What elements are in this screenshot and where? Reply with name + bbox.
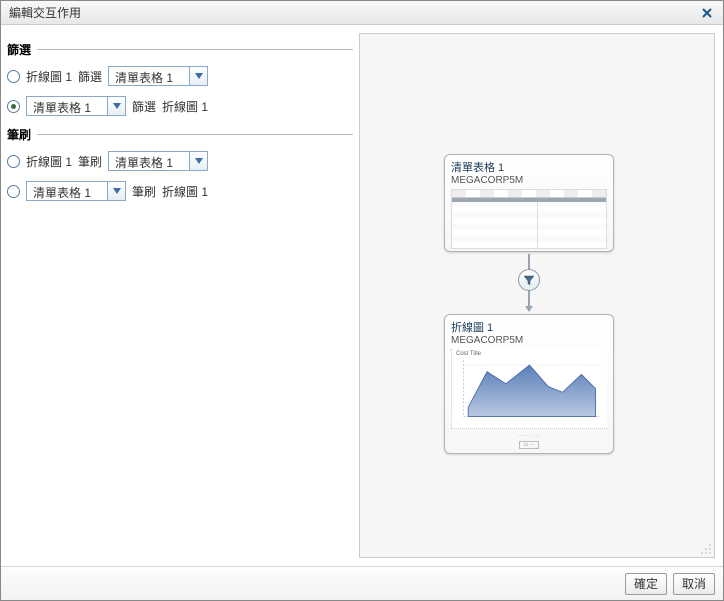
brush-row-2: 清單表格 1 筆刷 折線圖 1 (7, 181, 353, 201)
section-filter-label: 篩選 (7, 41, 37, 58)
radio-brush-2[interactable] (7, 185, 20, 198)
chart-mini-title: Cost Title (456, 351, 481, 357)
arrow-down-icon (525, 306, 533, 312)
radio-brush-1[interactable] (7, 155, 20, 168)
dialog-footer: 確定 取消 (1, 566, 723, 600)
table-node-sub: MEGACORP5M (451, 175, 607, 186)
filter1-verb: 篩選 (78, 68, 102, 85)
titlebar: 編輯交互作用 (1, 1, 723, 25)
filter-icon (518, 269, 540, 291)
brush1-combo[interactable]: 清單表格 1 (108, 151, 208, 171)
close-icon[interactable] (699, 5, 715, 21)
dialog: 編輯交互作用 篩選 折線圖 1 篩選 清單表格 1 (0, 0, 724, 601)
brush2-verb: 筆刷 (132, 183, 156, 200)
dialog-body: 篩選 折線圖 1 篩選 清單表格 1 清單表格 1 (1, 25, 723, 566)
chart-node-sub: MEGACORP5M (451, 335, 607, 346)
filter2-combo[interactable]: 清單表格 1 (26, 96, 126, 116)
filter2-verb: 篩選 (132, 98, 156, 115)
table-node-title: 清單表格 1 (451, 159, 607, 175)
table-thumbnail (451, 189, 607, 249)
table-node[interactable]: 清單表格 1 MEGACORP5M (444, 154, 614, 252)
filter-row-1: 折線圖 1 篩選 清單表格 1 (7, 66, 353, 86)
filter1-source: 折線圖 1 (26, 68, 72, 85)
filter2-target: 折線圖 1 (162, 98, 208, 115)
dialog-title: 編輯交互作用 (9, 4, 699, 21)
chart-legend: ▭ ··· (519, 441, 538, 449)
section-header-filter: 篩選 (7, 41, 353, 58)
brush2-target: 折線圖 1 (162, 183, 208, 200)
filter1-combo-text: 清單表格 1 (109, 67, 189, 85)
section-divider (37, 49, 353, 50)
filter2-combo-text: 清單表格 1 (27, 97, 107, 115)
connector (528, 254, 530, 312)
brush2-combo-text: 清單表格 1 (27, 182, 107, 200)
radio-filter-2[interactable] (7, 100, 20, 113)
brush1-source: 折線圖 1 (26, 153, 72, 170)
chart-node-title: 折線圖 1 (451, 319, 607, 335)
section-header-brush: 筆刷 (7, 126, 353, 143)
brush-row-1: 折線圖 1 筆刷 清單表格 1 (7, 151, 353, 171)
left-pane: 篩選 折線圖 1 篩選 清單表格 1 清單表格 1 (1, 25, 359, 566)
filter-row-2: 清單表格 1 篩選 折線圖 1 (7, 96, 353, 116)
resize-handle-icon[interactable] (700, 543, 712, 555)
chart-node[interactable]: 折線圖 1 MEGACORP5M Cost Title (444, 314, 614, 454)
filter1-combo[interactable]: 清單表格 1 (108, 66, 208, 86)
brush2-combo[interactable]: 清單表格 1 (26, 181, 126, 201)
brush1-verb: 筆刷 (78, 153, 102, 170)
chevron-down-icon (107, 182, 125, 200)
chevron-down-icon (189, 67, 207, 85)
ok-button[interactable]: 確定 (625, 573, 667, 595)
chevron-down-icon (107, 97, 125, 115)
section-divider (37, 134, 353, 135)
brush1-combo-text: 清單表格 1 (109, 152, 189, 170)
cancel-button[interactable]: 取消 (673, 573, 715, 595)
section-brush-label: 筆刷 (7, 126, 37, 143)
chart-thumbnail: Cost Title (451, 349, 607, 429)
diagram-pane: 清單表格 1 MEGACORP5M 折線圖 1 (359, 33, 715, 558)
radio-filter-1[interactable] (7, 70, 20, 83)
chart-footer: · · · · · · · · ▭ ··· (451, 433, 607, 449)
chevron-down-icon (189, 152, 207, 170)
